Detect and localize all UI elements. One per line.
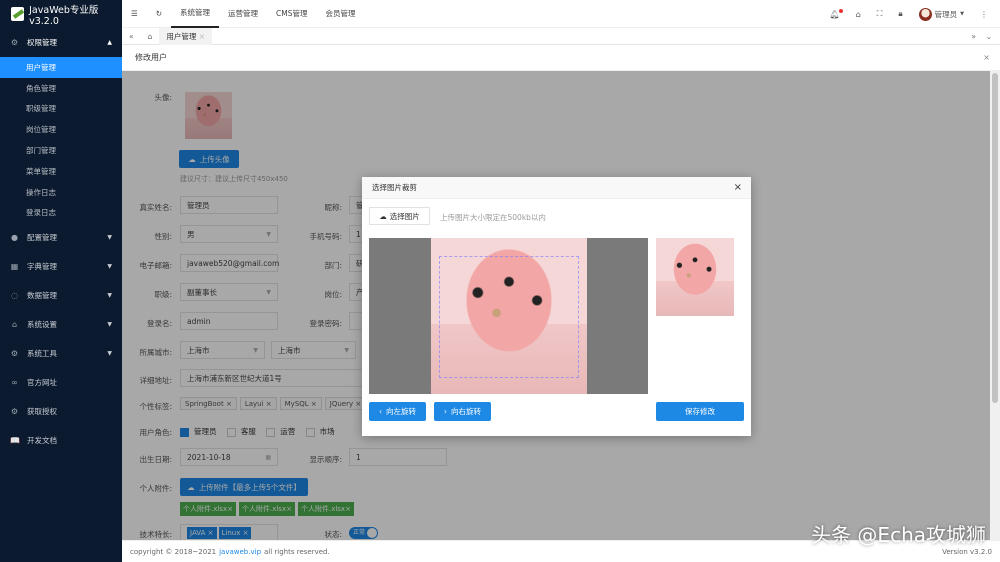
sidebar-item-config[interactable]: ● 配置管理 ▼ (0, 223, 122, 252)
caret-down-icon: ▼ (107, 263, 112, 271)
dialog-title: 选择图片裁剪 (372, 183, 417, 192)
notification-dot (838, 8, 843, 13)
menu-toggle-icon[interactable]: ☰ (122, 0, 147, 28)
more-icon[interactable]: ⋮ (980, 10, 988, 19)
scrollbar-thumb[interactable] (992, 73, 998, 403)
sidebar-sub-menus[interactable]: 菜单管理 (0, 161, 122, 182)
avatar (918, 7, 932, 21)
sidebar-sub-levels[interactable]: 职级管理 (0, 99, 122, 120)
sidebar-item-docs[interactable]: 📖 开发文档 (0, 426, 122, 455)
bell-icon[interactable]: 🔔︎ (830, 8, 843, 19)
label: 系统工具 (27, 349, 57, 359)
gear-icon: ⚙ (10, 349, 19, 359)
user-name: 管理员 (934, 9, 958, 19)
crop-dialog: 选择图片裁剪 × ☁ 选择图片 上传图片大小限定在500kb以内 ‹ 向左旋转 › 向右… (362, 177, 751, 436)
watermark: 头条 @Echa攻城狮 (811, 523, 986, 547)
sidebar-sub-roles[interactable]: 角色管理 (0, 78, 122, 99)
tag-icon[interactable]: ⌂ (856, 10, 861, 19)
rotate-left-button[interactable]: ‹ 向左旋转 (369, 402, 426, 421)
home-icon: ⌂ (11, 320, 18, 330)
choose-image-button[interactable]: ☁ 选择图片 (369, 207, 430, 225)
crop-preview (656, 238, 734, 316)
caret-up-icon: ▲ (107, 39, 112, 46)
sidebar-item-permissions[interactable]: ⚙ 权限管理 ▲ (0, 28, 122, 57)
sidebar-item-website[interactable]: ∞ 官方网址 (0, 368, 122, 397)
caret-down-icon: ▼ (960, 11, 964, 17)
label: 获取授权 (27, 407, 57, 417)
fullscreen-icon[interactable]: ⛶ (877, 9, 883, 19)
user-menu[interactable]: 管理员 ▼ (918, 7, 964, 21)
scroll-right-icon[interactable]: » (971, 32, 976, 41)
sidebar-sub-depts[interactable]: 部门管理 (0, 140, 122, 161)
scrollbar[interactable] (990, 71, 1000, 540)
caret-down-icon: ▼ (107, 234, 112, 242)
dialog-header: 选择图片裁剪 × (362, 177, 751, 199)
page-header: 修改用户 × (122, 45, 1000, 71)
page-title: 修改用户 (135, 53, 167, 62)
sidebar-item-dict[interactable]: ▦ 字典管理 ▼ (0, 252, 122, 281)
home-icon[interactable]: ⌂ (141, 28, 160, 45)
dictionary-icon: ▦ (10, 262, 19, 272)
nav-tab-cms[interactable]: CMS管理 (267, 0, 316, 28)
close-icon[interactable]: × (199, 32, 205, 41)
tab-bar: « ⌂ 用户管理 × » ⌄ (122, 27, 1000, 45)
label: 开发文档 (27, 436, 57, 446)
footer-link[interactable]: javaweb.vip (219, 548, 261, 556)
sidebar-sub-positions[interactable]: 岗位管理 (0, 119, 122, 140)
scroll-left-icon[interactable]: « (122, 28, 141, 45)
copyright: copyright © 2018~2021 (130, 547, 217, 556)
rights: all rights reserved. (264, 547, 330, 556)
crop-area[interactable] (369, 238, 648, 394)
label: 保存修改 (685, 407, 715, 416)
save-button[interactable]: 保存修改 (656, 402, 744, 421)
nav-tab-system[interactable]: 系统管理 (171, 0, 220, 28)
chevron-down-icon[interactable]: ⌄ (986, 32, 992, 41)
link-icon: ∞ (11, 378, 18, 388)
close-icon[interactable]: × (983, 53, 990, 62)
close-icon[interactable]: × (734, 182, 742, 193)
chevron-right-icon: › (444, 407, 447, 416)
upload-hint: 上传图片大小限定在500kb以内 (440, 213, 546, 222)
label: 向左旋转 (386, 407, 416, 416)
gear-icon: ● (11, 233, 18, 243)
book-icon: 📖 (10, 436, 20, 446)
rotate-right-button[interactable]: › 向右旋转 (434, 402, 491, 421)
app-logo[interactable]: JavaWeb专业版v3.2.0 (0, 0, 122, 28)
label: 选择图片 (389, 211, 420, 221)
label: 系统设置 (27, 320, 57, 330)
label: 配置管理 (27, 233, 57, 243)
label: 权限管理 (27, 38, 57, 47)
chevron-left-icon: ‹ (379, 407, 382, 416)
sidebar-item-settings[interactable]: ⌂ 系统设置 ▼ (0, 310, 122, 339)
cloud-upload-icon: ☁ (379, 211, 387, 221)
top-bar: ☰ ↻ 系统管理 运营管理 CMS管理 会员管理 🔔︎ ⌂ ⛶ 🔒︎ 管理员 ▼ … (122, 0, 1000, 28)
caret-down-icon: ▼ (107, 292, 112, 300)
lock-icon[interactable]: 🔒︎ (898, 9, 902, 19)
app-title: JavaWeb专业版v3.2.0 (29, 4, 99, 27)
sidebar: JavaWeb专业版v3.2.0 ⚙ 权限管理 ▲ 用户管理 角色管理 职级管理 岗… (0, 0, 122, 562)
sidebar-sub-loginlog[interactable]: 登录日志 (0, 203, 122, 224)
caret-down-icon: ▼ (107, 321, 112, 329)
sidebar-item-tools[interactable]: ⚙ 系统工具 ▼ (0, 339, 122, 368)
logo-icon (11, 7, 25, 21)
gear-icon: ⚙ (10, 407, 19, 417)
refresh-icon[interactable]: ↻ (147, 0, 171, 28)
caret-down-icon: ▼ (107, 350, 112, 358)
nav-tab-ops[interactable]: 运营管理 (219, 0, 267, 28)
sidebar-sub-users[interactable]: 用户管理 (0, 57, 122, 78)
sidebar-sub-oplog[interactable]: 操作日志 (0, 182, 122, 203)
tab-user-management[interactable]: 用户管理 × (159, 27, 213, 45)
label: 向右旋转 (451, 407, 481, 416)
nav-tab-member[interactable]: 会员管理 (317, 0, 365, 28)
label: 数据管理 (27, 291, 57, 301)
data-icon: ◌ (11, 291, 18, 301)
tab-label: 用户管理 (166, 31, 197, 41)
crop-box[interactable] (439, 256, 579, 378)
label: 官方网址 (27, 378, 57, 388)
sidebar-item-license[interactable]: ⚙ 获取授权 (0, 397, 122, 426)
label: 字典管理 (27, 262, 57, 272)
sidebar-item-data[interactable]: ◌ 数据管理 ▼ (0, 281, 122, 310)
gear-icon: ⚙ (10, 38, 19, 47)
version: Version v3.2.0 (942, 547, 992, 556)
